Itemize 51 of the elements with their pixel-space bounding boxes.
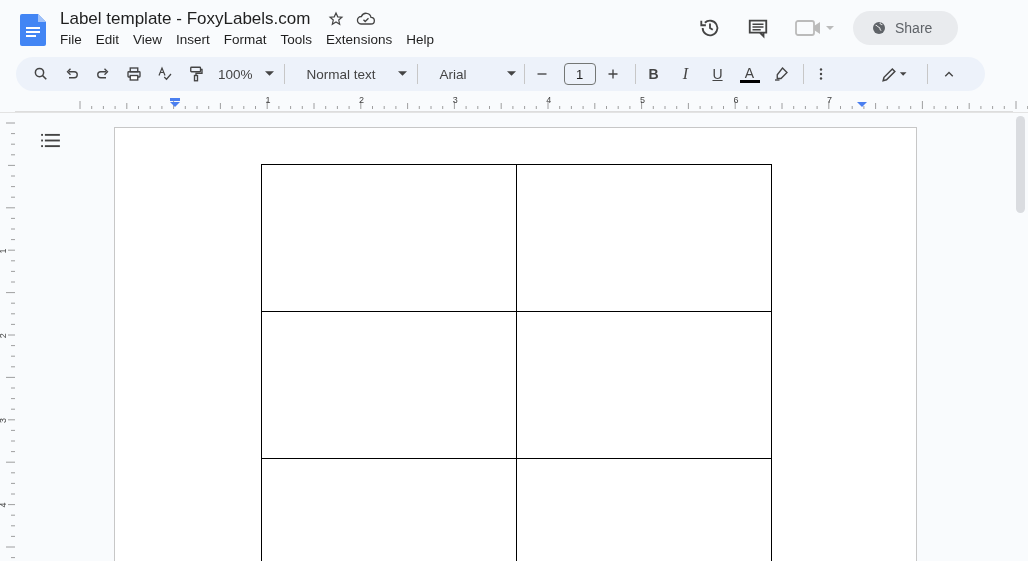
outline-icon[interactable] [41, 133, 60, 148]
menu-item[interactable]: Edit [95, 32, 134, 47]
menu-item[interactable]: Format [223, 32, 281, 47]
indent-marker[interactable] [170, 98, 180, 107]
font-size-field[interactable]: 1 [563, 63, 596, 85]
share-button[interactable]: Share [853, 11, 958, 45]
scrollbar-thumb[interactable] [1016, 116, 1025, 213]
underline-button[interactable]: U [707, 66, 728, 82]
docs-logo-icon[interactable] [20, 14, 46, 46]
comment-icon[interactable] [747, 17, 769, 39]
menu-item[interactable]: Tools [280, 32, 327, 47]
label-cell[interactable] [261, 164, 517, 312]
ruler-number: 3 [0, 417, 8, 423]
bold-button[interactable]: B [643, 66, 664, 82]
globe-icon [871, 20, 887, 36]
caret-icon [506, 71, 516, 77]
ruler-number: 1 [265, 95, 271, 105]
label-cell[interactable] [261, 311, 517, 459]
ruler-number: 5 [639, 95, 645, 105]
menu-item[interactable]: Extensions [326, 32, 407, 47]
caret-icon [397, 71, 407, 77]
paint-format-icon[interactable] [187, 65, 205, 83]
menu-item[interactable]: File [60, 32, 96, 47]
ruler-number: 7 [827, 95, 833, 105]
label-cell[interactable] [516, 311, 772, 459]
ruler-number: 2 [359, 95, 365, 105]
search-icon[interactable] [32, 65, 50, 83]
star-icon[interactable] [328, 11, 345, 27]
font-dropdown[interactable]: Arial [439, 66, 516, 82]
label-cell[interactable] [261, 458, 517, 561]
caret-icon [264, 71, 274, 77]
label-cell[interactable] [516, 164, 772, 312]
ruler-number: 4 [546, 95, 552, 105]
menu-item[interactable]: Insert [176, 32, 224, 47]
menu-item[interactable]: View [133, 32, 177, 47]
history-icon[interactable] [699, 17, 721, 39]
ruler-number: 1 [0, 248, 8, 254]
ruler-number: 2 [0, 333, 8, 339]
document-title[interactable]: Label template - FoxyLabels.com [60, 9, 311, 29]
ruler-number: 3 [452, 95, 458, 105]
zoom-dropdown[interactable]: 100% [218, 66, 274, 82]
ruler-number: 6 [733, 95, 739, 105]
italic-button[interactable]: I [675, 65, 696, 83]
print-icon[interactable] [125, 65, 143, 83]
style-dropdown[interactable]: Normal text [306, 66, 407, 82]
cloud-icon[interactable] [356, 12, 377, 26]
ruler-number: 4 [0, 502, 8, 508]
spellcheck-icon[interactable] [156, 65, 174, 83]
right-indent-marker[interactable] [857, 102, 867, 107]
menu-item[interactable]: Help [406, 32, 448, 47]
text-color-button[interactable]: A [739, 65, 760, 83]
